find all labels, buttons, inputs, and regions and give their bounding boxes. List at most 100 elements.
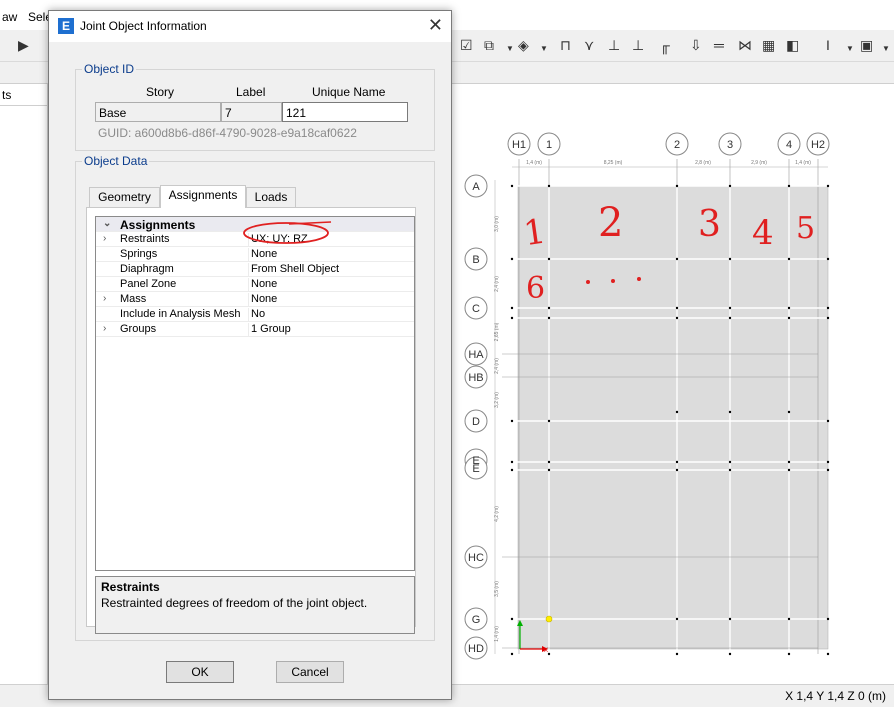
story-column-header: Story xyxy=(146,85,175,99)
grid-label-ha: HA xyxy=(468,349,484,361)
ok-button[interactable]: OK xyxy=(166,661,234,683)
axis-x-label: X xyxy=(544,648,548,654)
property-name: Panel Zone xyxy=(120,278,177,290)
property-row-groups[interactable]: › Groups 1 Group xyxy=(96,322,414,337)
property-row-analysis-mesh[interactable]: Include in Analysis Mesh No xyxy=(96,307,414,322)
grid-label-c: C xyxy=(472,303,480,315)
grid-label-d: D xyxy=(472,416,480,428)
sketch-number-4: 4 xyxy=(752,213,774,253)
grid-label-h1: H1 xyxy=(512,139,526,151)
grid-label-3: 3 xyxy=(727,139,733,151)
dialog-titlebar[interactable]: E Joint Object Information ✕ xyxy=(49,11,451,42)
chevron-right-icon[interactable]: › xyxy=(103,233,113,244)
chevron-down-icon[interactable]: ⌄ xyxy=(103,218,113,229)
ramp-icon[interactable]: ◧ xyxy=(786,38,799,52)
selected-joint[interactable] xyxy=(545,615,553,623)
close-icon[interactable]: ✕ xyxy=(428,15,443,36)
property-grid[interactable]: ⌄ Assignments › Restraints UX; UY; RZ Sp… xyxy=(95,216,415,571)
sketch-number-5: 5 xyxy=(796,211,815,246)
grid-label-hb: HB xyxy=(468,372,483,384)
panel-header: ts xyxy=(0,84,47,106)
story-field: Base xyxy=(95,102,221,122)
unique-name-field[interactable]: 121 xyxy=(282,102,408,122)
property-name: Groups xyxy=(120,323,157,335)
label-column-header: Label xyxy=(236,85,266,99)
cursor-coordinates: X 1,4 Y 1,4 Z 0 (m) xyxy=(785,689,886,703)
dropdown-arrow-icon[interactable]: ▼ xyxy=(882,42,890,56)
grid-label-b: B xyxy=(472,254,479,266)
grid-label-e2: E xyxy=(472,463,479,475)
plan-view-canvas[interactable]: H1 1 2 3 4 H2 1,4 (m) 8,25 (m) 2,8 (m) 2… xyxy=(452,84,894,684)
property-row-diaphragm[interactable]: Diaphragm From Shell Object xyxy=(96,262,414,277)
guid-text: GUID: a600d8b6-d86f-4790-9028-e9a18caf06… xyxy=(98,126,357,140)
checkbox-icon[interactable]: ☑ xyxy=(460,38,473,52)
dim-top-1: 1,4 (m) xyxy=(526,160,542,166)
property-row-springs[interactable]: Springs None xyxy=(96,247,414,262)
options-icon[interactable]: ▣ xyxy=(860,38,873,52)
property-value[interactable]: From Shell Object xyxy=(248,263,414,277)
tab-loads[interactable]: Loads xyxy=(246,187,296,207)
model-explorer-panel: ts xyxy=(0,84,48,684)
label-field: 7 xyxy=(221,102,282,122)
load-icon[interactable]: ⇩ xyxy=(690,38,702,52)
property-value[interactable]: No xyxy=(248,308,414,322)
sketch-number-3: 3 xyxy=(698,204,721,245)
property-value[interactable]: 1 Group xyxy=(248,323,414,337)
box-icon[interactable]: ⧉ xyxy=(484,38,494,52)
support-pin-icon[interactable]: ⊥ xyxy=(632,38,644,52)
section-cut-icon[interactable]: I xyxy=(826,38,830,52)
plan-drawing[interactable]: H1 1 2 3 4 H2 1,4 (m) 8,25 (m) 2,8 (m) 2… xyxy=(452,84,894,684)
dropdown-arrow-icon[interactable]: ▼ xyxy=(506,42,514,56)
dim-top-5: 1,4 (m) xyxy=(795,160,811,166)
property-value[interactable]: None xyxy=(248,293,414,307)
slab-icon[interactable]: ▦ xyxy=(762,38,775,52)
dim-top-3: 2,8 (m) xyxy=(695,160,711,166)
tab-assignments[interactable]: Assignments xyxy=(160,185,246,208)
grid-label-1: 1 xyxy=(546,139,552,151)
etabs-app-icon: E xyxy=(58,18,74,34)
property-name: Include in Analysis Mesh xyxy=(120,308,241,320)
play-icon[interactable]: ▶ xyxy=(18,38,29,52)
grid-label-2: 2 xyxy=(674,139,680,151)
slab-area xyxy=(517,185,829,650)
property-name: Springs xyxy=(120,248,158,260)
truss-icon[interactable]: ⋈ xyxy=(738,38,752,52)
property-value[interactable]: None xyxy=(248,278,414,292)
beam-icon[interactable]: ═ xyxy=(714,38,724,52)
property-description-box: Restraints Restrainted degrees of freedo… xyxy=(95,576,415,634)
property-value[interactable]: None xyxy=(248,248,414,262)
menu-item-draw[interactable]: aw xyxy=(2,10,17,24)
grid-label-4: 4 xyxy=(786,139,792,151)
property-name: Diaphragm xyxy=(120,263,174,275)
dropdown-arrow-icon[interactable]: ▼ xyxy=(540,42,548,56)
description-text: Restrainted degrees of freedom of the jo… xyxy=(101,596,368,610)
dim-top-2: 8,25 (m) xyxy=(604,160,623,166)
joint-icon[interactable]: ⋎ xyxy=(584,38,594,52)
description-title: Restraints xyxy=(101,580,160,594)
wall-icon[interactable]: ╓ xyxy=(660,38,670,52)
object-data-legend: Object Data xyxy=(82,154,150,168)
property-name: Mass xyxy=(120,293,147,305)
property-row-mass[interactable]: › Mass None xyxy=(96,292,414,307)
grid-label-hc: HC xyxy=(468,552,484,564)
grid-label-a: A xyxy=(472,181,480,193)
cancel-button[interactable]: Cancel xyxy=(276,661,344,683)
property-name: Restraints xyxy=(120,233,170,245)
tab-geometry[interactable]: Geometry xyxy=(89,187,160,207)
frame-icon[interactable]: ⊓ xyxy=(560,38,571,52)
cube-icon[interactable]: ◈ xyxy=(518,38,529,52)
column-bubbles xyxy=(507,132,830,156)
section-header-label: Assignments xyxy=(120,218,196,232)
object-id-group: Object ID Story Label Unique Name Base 7… xyxy=(75,62,435,151)
chevron-right-icon[interactable]: › xyxy=(103,293,113,304)
dropdown-arrow-icon[interactable]: ▼ xyxy=(846,42,854,56)
grid-label-h2: H2 xyxy=(811,139,825,151)
sketch-number-2: 2 xyxy=(598,200,623,246)
property-row-panel-zone[interactable]: Panel Zone None xyxy=(96,277,414,292)
object-id-legend: Object ID xyxy=(82,62,137,76)
support-icon[interactable]: ⊥ xyxy=(608,38,620,52)
unique-name-column-header: Unique Name xyxy=(312,85,386,99)
joint-object-info-dialog: E Joint Object Information ✕ Object ID S… xyxy=(48,10,452,700)
chevron-right-icon[interactable]: › xyxy=(103,323,113,334)
dialog-title: Joint Object Information xyxy=(80,19,207,33)
